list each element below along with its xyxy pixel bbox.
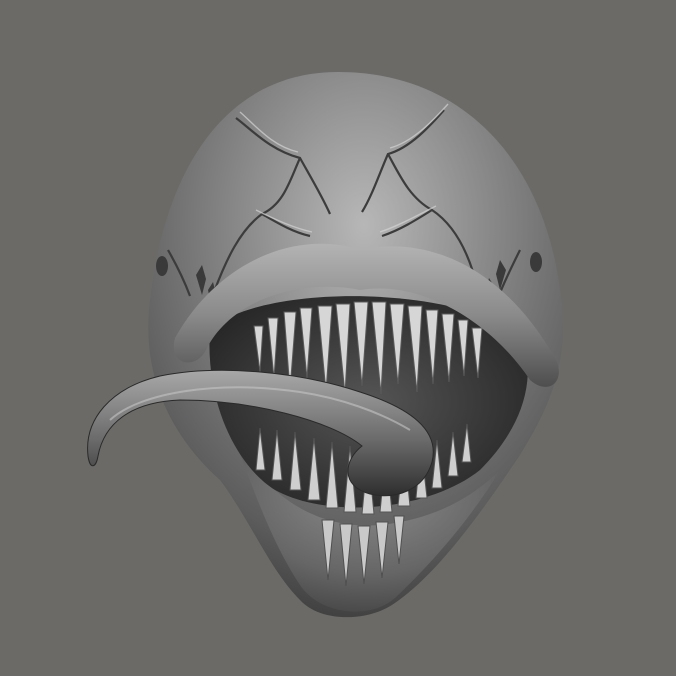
creature-head-render: [0, 0, 676, 676]
render-viewport: [0, 0, 676, 676]
